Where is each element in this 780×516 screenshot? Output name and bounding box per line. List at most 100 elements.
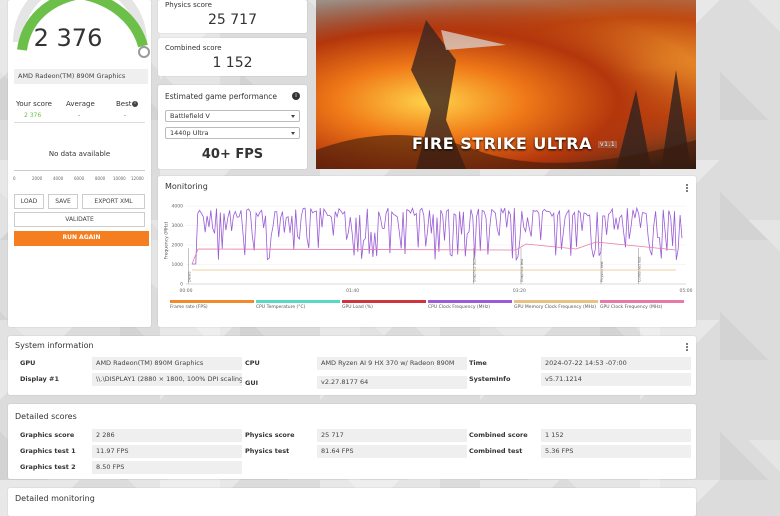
legend-item[interactable]: GPU Load (%) xyxy=(342,300,426,312)
best-value: - xyxy=(124,112,127,119)
save-button[interactable]: SAVE xyxy=(48,194,78,209)
y-tick-label: 0 xyxy=(180,282,183,288)
legend-label: GPU Memory Clock Frequency (MHz) xyxy=(514,305,597,310)
legend-swatch xyxy=(342,300,426,303)
axis-tick: 8000 xyxy=(95,176,106,181)
detailed-scores-title: Detailed scores xyxy=(15,412,77,421)
divider xyxy=(14,122,145,123)
legend-item[interactable]: CPU Clock Frequency (MHz) xyxy=(428,300,512,312)
resolution-select[interactable]: 1440p Ultra xyxy=(165,127,300,139)
legend-swatch xyxy=(514,300,598,303)
best-label: Best xyxy=(116,100,132,108)
legend-label: CPU Clock Frequency (MHz) xyxy=(428,305,491,310)
sys-cpu-label: CPU xyxy=(245,359,260,367)
fps-estimate: 40+ FPS xyxy=(201,147,264,162)
sys-gpu-value: AMD Radeon(TM) 890M Graphics xyxy=(92,357,242,370)
sys-systeminfo-label: SystemInfo xyxy=(469,375,511,383)
legend-item[interactable]: GPU Clock Frequency (MHz) xyxy=(600,300,684,312)
combined-test-value: 5.36 FPS xyxy=(541,445,691,458)
combined-score-card: Combined score 1 152 xyxy=(158,38,307,76)
sys-time-value: 2024-07-22 14:53 -07:00 xyxy=(541,357,691,370)
monitoring-card: Monitoring Frequency (MHz) 4000 3000 2000 1… xyxy=(158,176,696,327)
game-performance-card: Estimated game performance i Battlefield… xyxy=(158,85,307,169)
sys-cpu-value: AMD Ryzen AI 9 HX 370 w/ Radeon 890M xyxy=(317,357,467,370)
legend-swatch xyxy=(170,300,254,303)
legend-swatch xyxy=(600,300,684,303)
axis-tick: 10000 xyxy=(113,176,126,181)
legend-swatch xyxy=(256,300,340,303)
legend-label: GPU Clock Frequency (MHz) xyxy=(600,305,663,310)
average-label: Average xyxy=(66,100,95,108)
game-select[interactable]: Battlefield V xyxy=(165,110,300,122)
banner-title-text: FIRE STRIKE ULTRA xyxy=(412,134,592,153)
physics-score-card: Physics score 25 717 xyxy=(158,0,307,33)
axis-tick: 0 xyxy=(13,176,16,181)
chevron-down-icon xyxy=(291,132,295,135)
benchmark-banner: FIRE STRIKE ULTRA v1.1 xyxy=(316,0,696,169)
your-score-value: 2 376 xyxy=(24,112,42,119)
gpu-clock-series xyxy=(191,241,677,265)
axis-tick: 2000 xyxy=(32,176,43,181)
sys-time-label: Time xyxy=(469,359,487,367)
export-xml-button[interactable]: EXPORT XML xyxy=(82,194,145,209)
graphics-test-2-value: 8.50 FPS xyxy=(92,461,242,474)
more-options-icon[interactable] xyxy=(686,343,688,353)
legend-label: GPU Load (%) xyxy=(342,305,373,310)
detailed-scores-card: Detailed scores Graphics score 2 286 Phy… xyxy=(8,404,696,479)
average-value: - xyxy=(78,112,81,119)
info-icon[interactable]: i xyxy=(132,101,138,107)
legend-item[interactable]: Frame rate (FPS) xyxy=(170,300,254,312)
test-marker-label: Physics test xyxy=(600,261,604,282)
axis-tick: 6000 xyxy=(74,176,85,181)
distribution-axis xyxy=(14,170,145,171)
y-tick-label: 3000 xyxy=(172,223,184,229)
sys-display-value: \\.\DISPLAY1 (2880 × 1800, 100% DPI scal… xyxy=(92,373,242,386)
sys-systeminfo-value: v5.71.1214 xyxy=(541,373,691,386)
detailed-monitoring-title: Detailed monitoring xyxy=(15,494,95,503)
legend-label: CPU Temperature (°C) xyxy=(256,305,306,310)
axis-tick: 4000 xyxy=(53,176,64,181)
run-again-button[interactable]: RUN AGAIN xyxy=(14,231,149,246)
banner-version: v1.1 xyxy=(598,141,618,148)
legend-item[interactable]: CPU Temperature (°C) xyxy=(256,300,340,312)
x-tick-label: 03:20 xyxy=(513,288,526,294)
game-select-value: Battlefield V xyxy=(170,112,210,120)
physics-score-value: 25 717 xyxy=(208,12,257,28)
sys-gpu-label: GPU xyxy=(20,359,36,367)
total-score: 2 376 xyxy=(33,24,103,52)
test-marker-label: Demo xyxy=(188,272,192,282)
axis-tick: 12000 xyxy=(131,176,144,181)
y-tick-label: 4000 xyxy=(172,204,184,210)
sys-gui-label: GUI xyxy=(245,379,259,387)
y-tick-label: 1000 xyxy=(172,262,184,268)
graphics-test-2-label: Graphics test 2 xyxy=(20,463,76,471)
combined-score-value: 1 152 xyxy=(212,55,253,71)
banner-title: FIRE STRIKE ULTRA v1.1 xyxy=(412,134,618,153)
graphics-score-label: Graphics score xyxy=(20,431,75,439)
detailed-monitoring-card: Detailed monitoring xyxy=(8,488,696,516)
cpu-clock-series xyxy=(192,206,683,265)
distribution-ticks: 0 2000 4000 6000 8000 10000 12000 xyxy=(8,176,151,184)
physics-test-value: 81.64 FPS xyxy=(317,445,467,458)
physics-score-label: Physics score xyxy=(165,1,212,9)
graphics-test-1-label: Graphics test 1 xyxy=(20,447,76,455)
physics-score-label: Physics score xyxy=(245,431,295,439)
legend-item[interactable]: GPU Memory Clock Frequency (MHz) xyxy=(514,300,598,312)
test-marker-label: Combined test xyxy=(638,256,642,282)
game-performance-title: Estimated game performance xyxy=(165,92,277,101)
combined-score-label: Combined score xyxy=(469,431,528,439)
validate-button[interactable]: VALIDATE xyxy=(14,212,145,227)
system-info-card: System information GPU AMD Radeon(TM) 89… xyxy=(8,336,696,395)
system-info-title: System information xyxy=(15,341,94,350)
gpu-name-field: AMD Radeon(TM) 890M Graphics xyxy=(14,69,148,84)
load-button[interactable]: LOAD xyxy=(14,194,44,209)
physics-score-value: 25 717 xyxy=(317,429,467,442)
no-data-text: No data available xyxy=(48,150,111,158)
y-tick-label: 2000 xyxy=(172,243,184,249)
info-icon[interactable]: i xyxy=(292,92,300,100)
resolution-select-value: 1440p Ultra xyxy=(170,129,209,137)
graphics-test-1-value: 11.97 FPS xyxy=(92,445,242,458)
combined-score-label: Combined score xyxy=(165,44,222,52)
score-panel: 2 376 AMD Radeon(TM) 890M Graphics Your … xyxy=(8,0,151,327)
your-score-label: Your score xyxy=(16,100,52,108)
